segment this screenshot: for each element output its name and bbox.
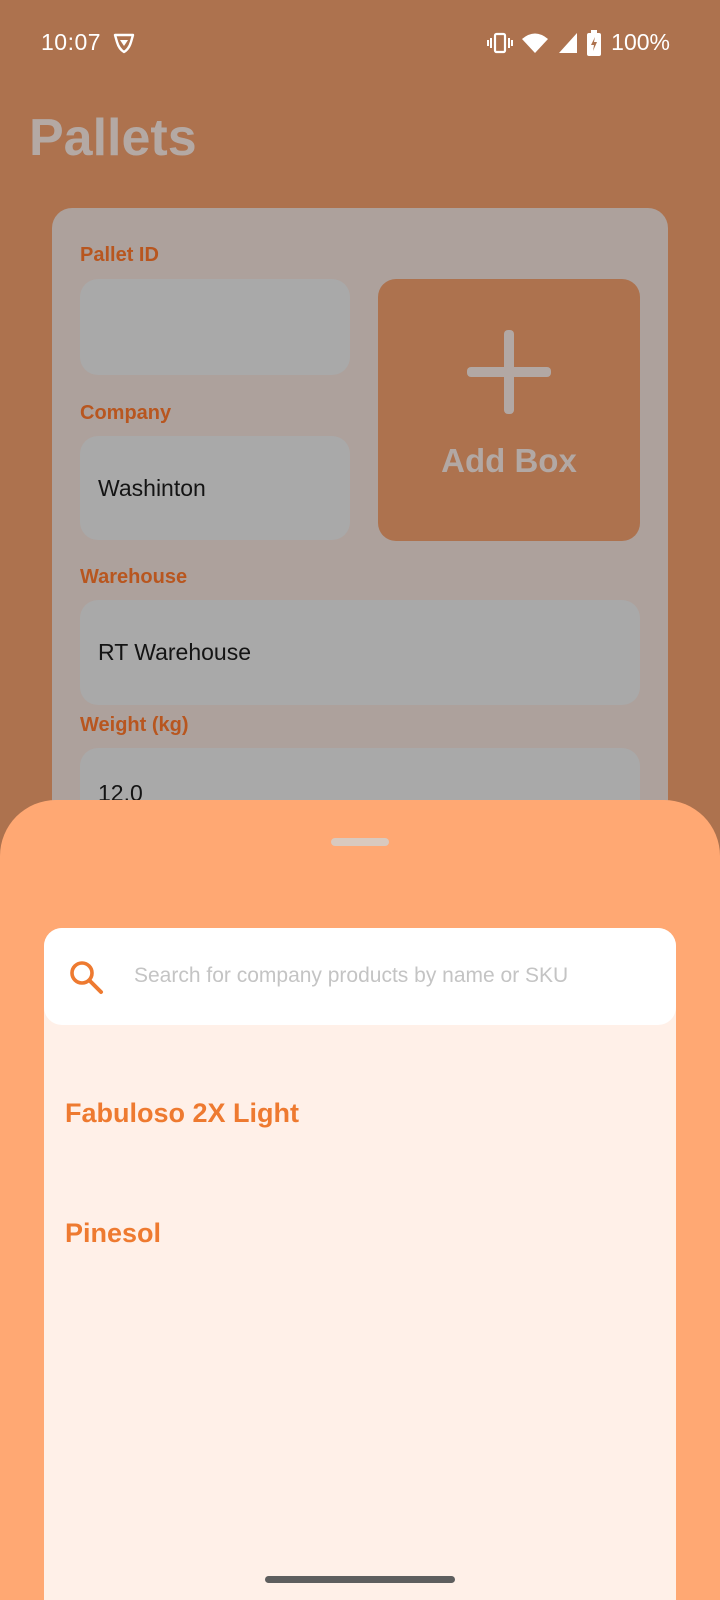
pallet-id-field[interactable] xyxy=(80,279,350,375)
page-title: Pallets xyxy=(29,109,197,167)
status-icons: 100% xyxy=(487,29,670,56)
search-bar[interactable] xyxy=(44,928,676,1025)
vpn-shield-icon xyxy=(112,31,136,61)
add-box-label: Add Box xyxy=(441,442,577,479)
add-box-button[interactable]: Add Box xyxy=(378,279,640,541)
product-list-panel: Fabuloso 2X Light Pinesol xyxy=(44,928,676,1600)
status-time: 10:07 xyxy=(41,29,102,55)
warehouse-field[interactable]: RT Warehouse xyxy=(80,600,640,705)
status-bar: 10:07 100% xyxy=(0,0,720,84)
vibrate-icon xyxy=(487,31,514,55)
pallet-id-label: Pallet ID xyxy=(80,244,159,266)
search-input[interactable] xyxy=(134,954,654,998)
battery-charging-icon xyxy=(587,29,602,56)
wifi-icon xyxy=(521,31,549,55)
battery-percentage: 100% xyxy=(611,29,670,55)
plus-icon xyxy=(467,330,551,414)
drag-handle[interactable] xyxy=(331,838,389,846)
navigation-gesture-handle[interactable] xyxy=(265,1576,455,1583)
search-icon xyxy=(68,959,104,1000)
product-item-pinesol[interactable]: Pinesol xyxy=(65,1218,161,1249)
warehouse-label: Warehouse xyxy=(80,566,188,588)
weight-label: Weight (kg) xyxy=(80,714,189,736)
company-label: Company xyxy=(80,402,172,424)
signal-icon xyxy=(557,31,579,55)
company-field[interactable]: Washinton xyxy=(80,436,350,540)
product-search-bottom-sheet: Fabuloso 2X Light Pinesol xyxy=(0,800,720,1600)
product-item-fabuloso[interactable]: Fabuloso 2X Light xyxy=(65,1098,299,1129)
